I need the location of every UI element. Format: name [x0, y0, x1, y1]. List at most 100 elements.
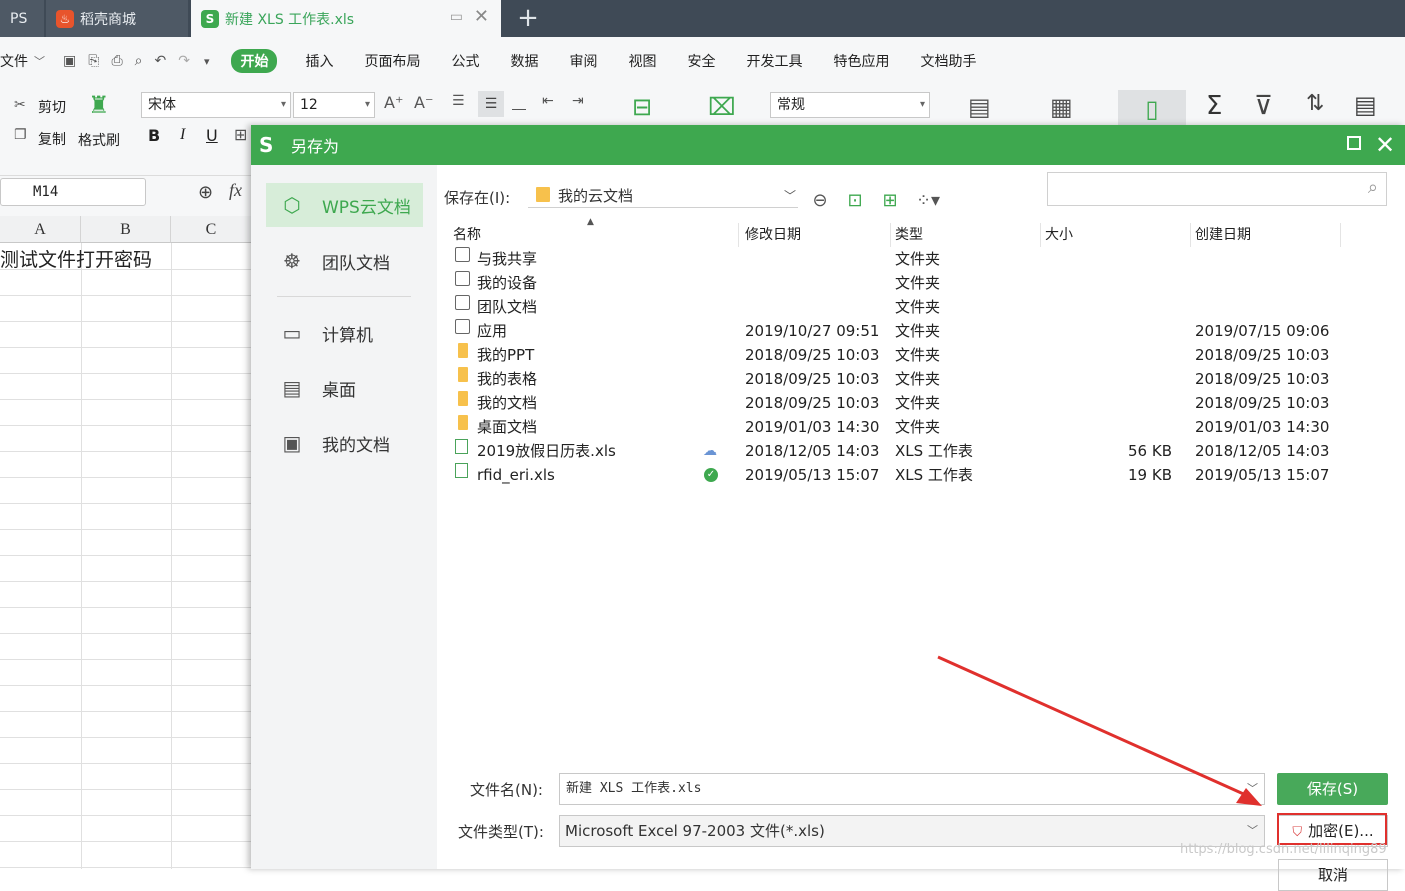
file-row[interactable]: 应用 2019/10/27 09:51 文件夹 2019/07/15 09:06 — [449, 319, 1389, 343]
tab-current-document[interactable]: S 新建 XLS 工作表.xls ▭ ✕ — [191, 0, 501, 37]
zoom-formula-icon[interactable]: ⊕ — [198, 182, 213, 203]
sum-icon[interactable]: Σ — [1206, 91, 1222, 121]
view-menu-icon[interactable]: ⁘▾ — [915, 188, 941, 214]
close-icon[interactable]: ✕ — [474, 6, 489, 27]
file-row[interactable]: 我的PPT 2018/09/25 10:03 文件夹 2018/09/25 10… — [449, 343, 1389, 367]
chevron-down-icon: ﹀ — [783, 189, 796, 203]
folder-icon — [536, 187, 550, 202]
format-painter-button[interactable]: 格式刷 — [78, 130, 120, 150]
save-button[interactable]: 保存(S) — [1277, 773, 1388, 805]
wrap-text-icon[interactable]: ⌧ — [708, 93, 736, 121]
document-tools-icon[interactable]: ▯ — [1118, 90, 1186, 128]
file-row[interactable]: 2019放假日历表.xls ☁ 2018/12/05 14:03 XLS 工作表… — [449, 439, 1389, 463]
border-icon[interactable]: ⊞ — [234, 125, 247, 144]
copy-button[interactable]: 复制 — [38, 129, 66, 149]
column-header-modified[interactable]: 修改日期 — [741, 223, 891, 247]
menu-developer[interactable]: 开发工具 — [746, 51, 802, 71]
save-icon[interactable]: ▣ — [63, 53, 76, 69]
column-header-type[interactable]: 类型 — [891, 223, 1041, 247]
file-row[interactable]: 我的文档 2018/09/25 10:03 文件夹 2018/09/25 10:… — [449, 391, 1389, 415]
decrease-font-icon[interactable]: A⁻ — [414, 93, 433, 112]
filter-icon[interactable]: ⊽ — [1254, 91, 1273, 121]
italic-icon[interactable]: I — [180, 126, 185, 144]
file-row[interactable]: 我的设备 文件夹 — [449, 271, 1389, 295]
tab-docer-store[interactable]: ♨ 稻壳商城 — [46, 0, 188, 37]
name-box[interactable]: M14 — [0, 178, 146, 206]
column-header-size[interactable]: 大小 — [1041, 223, 1191, 247]
increase-indent-icon[interactable]: ⇥ — [572, 93, 584, 109]
file-row[interactable]: 我的表格 2018/09/25 10:03 文件夹 2018/09/25 10:… — [449, 367, 1389, 391]
column-header-a[interactable]: A — [0, 216, 81, 243]
menu-doc-assistant[interactable]: 文档助手 — [920, 51, 976, 71]
merge-center-icon[interactable]: ⊟ — [632, 93, 652, 121]
underline-icon[interactable]: U — [206, 126, 218, 145]
menu-data[interactable]: 数据 — [510, 51, 538, 71]
file-row[interactable]: 团队文档 文件夹 — [449, 295, 1389, 319]
sidebar-item-team-docs[interactable]: ☸ 团队文档 — [266, 239, 423, 283]
close-icon[interactable]: ✕ — [1371, 129, 1399, 161]
sidebar-item-my-documents[interactable]: ▣ 我的文档 — [266, 421, 423, 465]
chevron-down-icon[interactable]: ﹀ — [34, 53, 45, 69]
copy-icon[interactable]: ❐ — [14, 127, 27, 143]
quick-access-dropdown-icon[interactable]: ▾ — [204, 55, 210, 68]
sidebar-item-computer[interactable]: ▭ 计算机 — [266, 311, 423, 355]
conditional-format-icon[interactable]: ▤ — [968, 93, 991, 121]
menu-view[interactable]: 视图 — [628, 51, 656, 71]
redo-icon[interactable]: ↷ — [178, 53, 190, 69]
file-row[interactable]: rfid_eri.xls ✓ 2019/05/13 15:07 XLS 工作表 … — [449, 463, 1389, 487]
font-family-select[interactable]: 宋体 — [141, 92, 291, 118]
font-size-select[interactable]: 12 — [293, 92, 375, 118]
increase-font-icon[interactable]: A⁺ — [384, 93, 403, 112]
menu-page-layout[interactable]: 页面布局 — [364, 51, 420, 71]
align-bottom-icon[interactable]: ⎽ — [512, 95, 526, 111]
scissors-icon[interactable]: ✂ — [14, 97, 26, 113]
back-icon[interactable]: ⊖ — [807, 188, 833, 214]
menu-security[interactable]: 安全 — [687, 51, 715, 71]
fx-icon[interactable]: fx — [229, 180, 242, 201]
undo-icon[interactable]: ↶ — [154, 53, 166, 69]
number-format-select[interactable]: 常规 — [770, 92, 930, 118]
format-painter-icon[interactable]: ♜ — [88, 91, 110, 119]
new-tab-button[interactable]: + — [510, 4, 546, 32]
print-preview-icon[interactable]: ⌕ — [135, 53, 143, 69]
decrease-indent-icon[interactable]: ⇤ — [542, 93, 554, 109]
spreadsheet-grid[interactable]: A B C 测试文件打开密码 — [0, 216, 252, 869]
file-row[interactable]: 桌面文档 2019/01/03 14:30 文件夹 2019/01/03 14:… — [449, 415, 1389, 439]
column-header-b[interactable]: B — [81, 216, 171, 243]
export-icon[interactable]: ⎘ — [88, 53, 99, 69]
filetype-select[interactable]: Microsoft Excel 97-2003 文件(*.xls) ﹀ — [559, 815, 1265, 847]
menu-formulas[interactable]: 公式 — [451, 51, 479, 71]
menu-review[interactable]: 审阅 — [569, 51, 597, 71]
print-icon[interactable]: ⎙ — [111, 53, 122, 69]
column-header-name[interactable]: 名称 — [449, 223, 739, 247]
chevron-down-icon[interactable]: ﹀ — [1247, 774, 1258, 804]
pin-icon[interactable]: ▭ — [450, 9, 463, 25]
search-input[interactable]: ⌕ — [1047, 172, 1387, 206]
sidebar-item-desktop[interactable]: ▤ 桌面 — [266, 366, 423, 410]
menu-file[interactable]: 文件 — [0, 51, 28, 71]
file-name: 我的设备 — [477, 274, 538, 292]
align-middle-icon[interactable]: ☰ — [478, 91, 504, 117]
dialog-title-bar[interactable]: S 另存为 ✕ — [251, 125, 1405, 165]
cut-button[interactable]: 剪切 — [38, 97, 66, 117]
column-header-created[interactable]: 创建日期 — [1191, 223, 1341, 247]
new-folder-icon[interactable]: ⊞ — [877, 188, 903, 214]
file-row[interactable]: 与我共享 文件夹 — [449, 247, 1389, 271]
column-header-c[interactable]: C — [171, 216, 252, 243]
menu-start[interactable]: 开始 — [231, 49, 278, 73]
cancel-button[interactable]: 取消 — [1278, 859, 1388, 891]
tab-wps-home[interactable]: PS — [0, 0, 44, 37]
sidebar-item-wps-cloud[interactable]: ⬡ WPS云文档 — [266, 183, 423, 227]
lookin-select[interactable]: 我的云文档 ﹀ — [528, 182, 798, 208]
up-folder-icon[interactable]: ⊡ — [842, 188, 868, 214]
maximize-icon[interactable] — [1347, 136, 1361, 150]
align-top-icon[interactable]: ☰ — [452, 93, 465, 109]
filename-input[interactable]: 新建 XLS 工作表.xls ﹀ — [559, 773, 1265, 805]
menu-insert[interactable]: 插入 — [305, 51, 333, 71]
sort-icon[interactable]: ⇅ — [1306, 91, 1324, 116]
cell-a1[interactable]: 测试文件打开密码 — [0, 245, 152, 272]
bold-icon[interactable]: B — [148, 126, 160, 145]
format-icon[interactable]: ▤ — [1354, 91, 1377, 119]
menu-special-apps[interactable]: 特色应用 — [833, 51, 889, 71]
table-style-icon[interactable]: ▦ — [1050, 93, 1073, 121]
